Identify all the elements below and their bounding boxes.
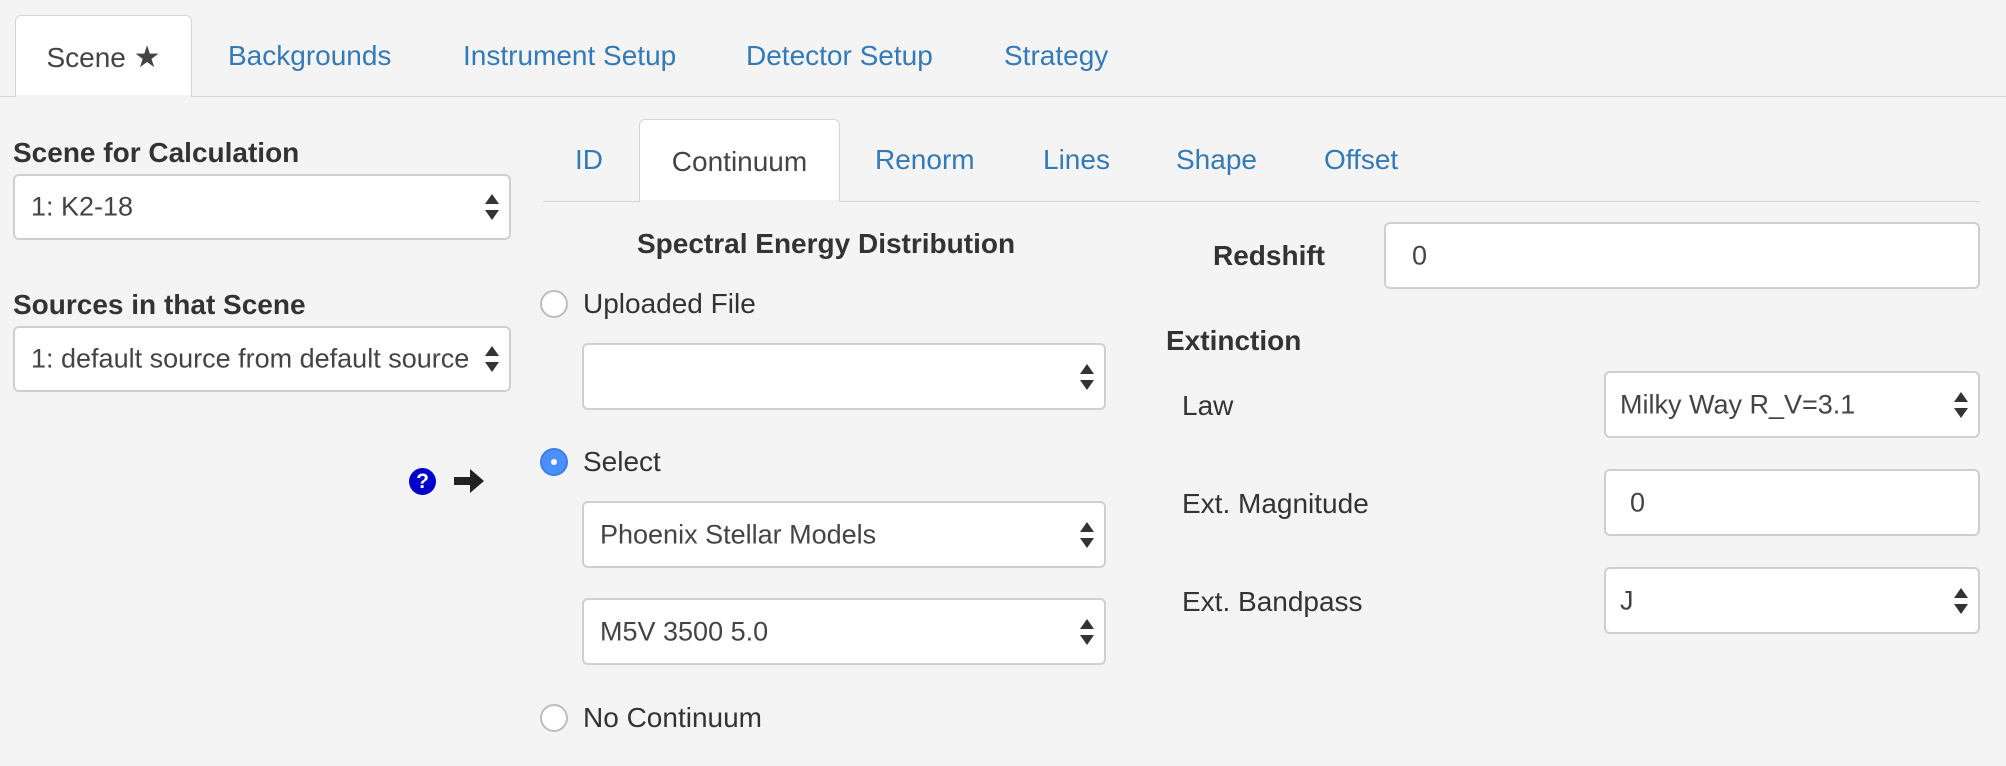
- star-icon: ★: [133, 41, 161, 74]
- extinction-law-label: Law: [1182, 390, 1234, 421]
- tab-detector-setup[interactable]: Detector Setup: [746, 42, 933, 70]
- uploaded-file-select[interactable]: [582, 343, 1106, 410]
- select-caret-icon: [1080, 618, 1094, 645]
- model-family-value: Phoenix Stellar Models: [600, 519, 877, 549]
- extinction-heading: Extinction: [1166, 325, 1302, 356]
- subtab-shape-label: Shape: [1176, 144, 1257, 175]
- no-continuum-label: No Continuum: [583, 702, 762, 733]
- scene-select-value: 1: K2-18: [31, 191, 134, 222]
- subtab-lines-label: Lines: [1043, 144, 1110, 175]
- subtab-renorm[interactable]: Renorm: [875, 146, 975, 174]
- subtab-continuum[interactable]: Continuum: [639, 119, 840, 202]
- tab-backgrounds[interactable]: Backgrounds: [228, 42, 391, 70]
- select-caret-icon: [1080, 521, 1094, 548]
- sed-heading: Spectral Energy Distribution: [637, 228, 1016, 259]
- extinction-law-select[interactable]: Milky Way R_V=3.1: [1604, 371, 1980, 438]
- ext-magnitude-value: 0: [1630, 487, 1646, 517]
- tab-scene[interactable]: Scene ★: [15, 15, 192, 97]
- ext-magnitude-label: Ext. Magnitude: [1182, 488, 1369, 519]
- subtab-continuum-label: Continuum: [671, 146, 808, 177]
- sources-in-scene-heading: Sources in that Scene: [13, 289, 306, 320]
- model-select[interactable]: M5V 3500 5.0: [582, 598, 1106, 665]
- ext-bandpass-label: Ext. Bandpass: [1182, 586, 1363, 617]
- sources-select-value: 1: default source from default source: [31, 343, 470, 374]
- select-caret-icon: [485, 346, 499, 372]
- select-caret-icon: [1080, 363, 1094, 390]
- subtab-lines[interactable]: Lines: [1043, 146, 1110, 174]
- subtab-id[interactable]: ID: [575, 146, 603, 174]
- ext-magnitude-input[interactable]: 0: [1604, 469, 1980, 536]
- tab-detector-setup-label: Detector Setup: [746, 40, 933, 71]
- extinction-law-value: Milky Way R_V=3.1: [1620, 389, 1856, 419]
- subtab-renorm-label: Renorm: [875, 144, 975, 175]
- sources-select[interactable]: 1: default source from default source: [13, 326, 511, 392]
- select-caret-icon: [1954, 391, 1968, 418]
- tab-instrument-setup[interactable]: Instrument Setup: [463, 42, 676, 70]
- model-value: M5V 3500 5.0: [600, 616, 769, 646]
- redshift-value: 0: [1412, 240, 1428, 270]
- select-caret-icon: [1954, 587, 1968, 614]
- subtab-id-label: ID: [575, 144, 603, 175]
- select-caret-icon: [485, 194, 499, 220]
- ext-bandpass-value: J: [1620, 585, 1634, 615]
- uploaded-file-label: Uploaded File: [583, 288, 756, 319]
- scene-for-calculation-heading: Scene for Calculation: [13, 137, 300, 168]
- subtab-offset-label: Offset: [1324, 144, 1399, 175]
- subtab-offset[interactable]: Offset: [1324, 146, 1398, 174]
- uploaded-file-radio[interactable]: [540, 290, 568, 318]
- tab-strategy[interactable]: Strategy: [1004, 42, 1108, 70]
- main-tab-divider: [0, 96, 2006, 97]
- select-label: Select: [583, 446, 661, 477]
- scene-select[interactable]: 1: K2-18: [13, 174, 511, 240]
- tab-backgrounds-label: Backgrounds: [228, 40, 392, 71]
- redshift-label: Redshift: [1213, 240, 1325, 271]
- subtab-shape[interactable]: Shape: [1176, 146, 1257, 174]
- redshift-input[interactable]: 0: [1384, 222, 1980, 289]
- arrow-right-icon[interactable]: [452, 466, 486, 496]
- select-radio[interactable]: [540, 448, 568, 476]
- help-icon-glyph: ?: [416, 470, 429, 493]
- no-continuum-radio[interactable]: [540, 704, 568, 732]
- ext-bandpass-select[interactable]: J: [1604, 567, 1980, 634]
- tab-scene-label: Scene: [46, 42, 126, 73]
- main-tab-active-cover: [16, 95, 191, 98]
- sub-tab-active-cover: [640, 200, 839, 203]
- help-icon[interactable]: ?: [409, 468, 436, 495]
- tab-strategy-label: Strategy: [1004, 40, 1109, 71]
- model-family-select[interactable]: Phoenix Stellar Models: [582, 501, 1106, 568]
- tab-instrument-setup-label: Instrument Setup: [463, 40, 677, 71]
